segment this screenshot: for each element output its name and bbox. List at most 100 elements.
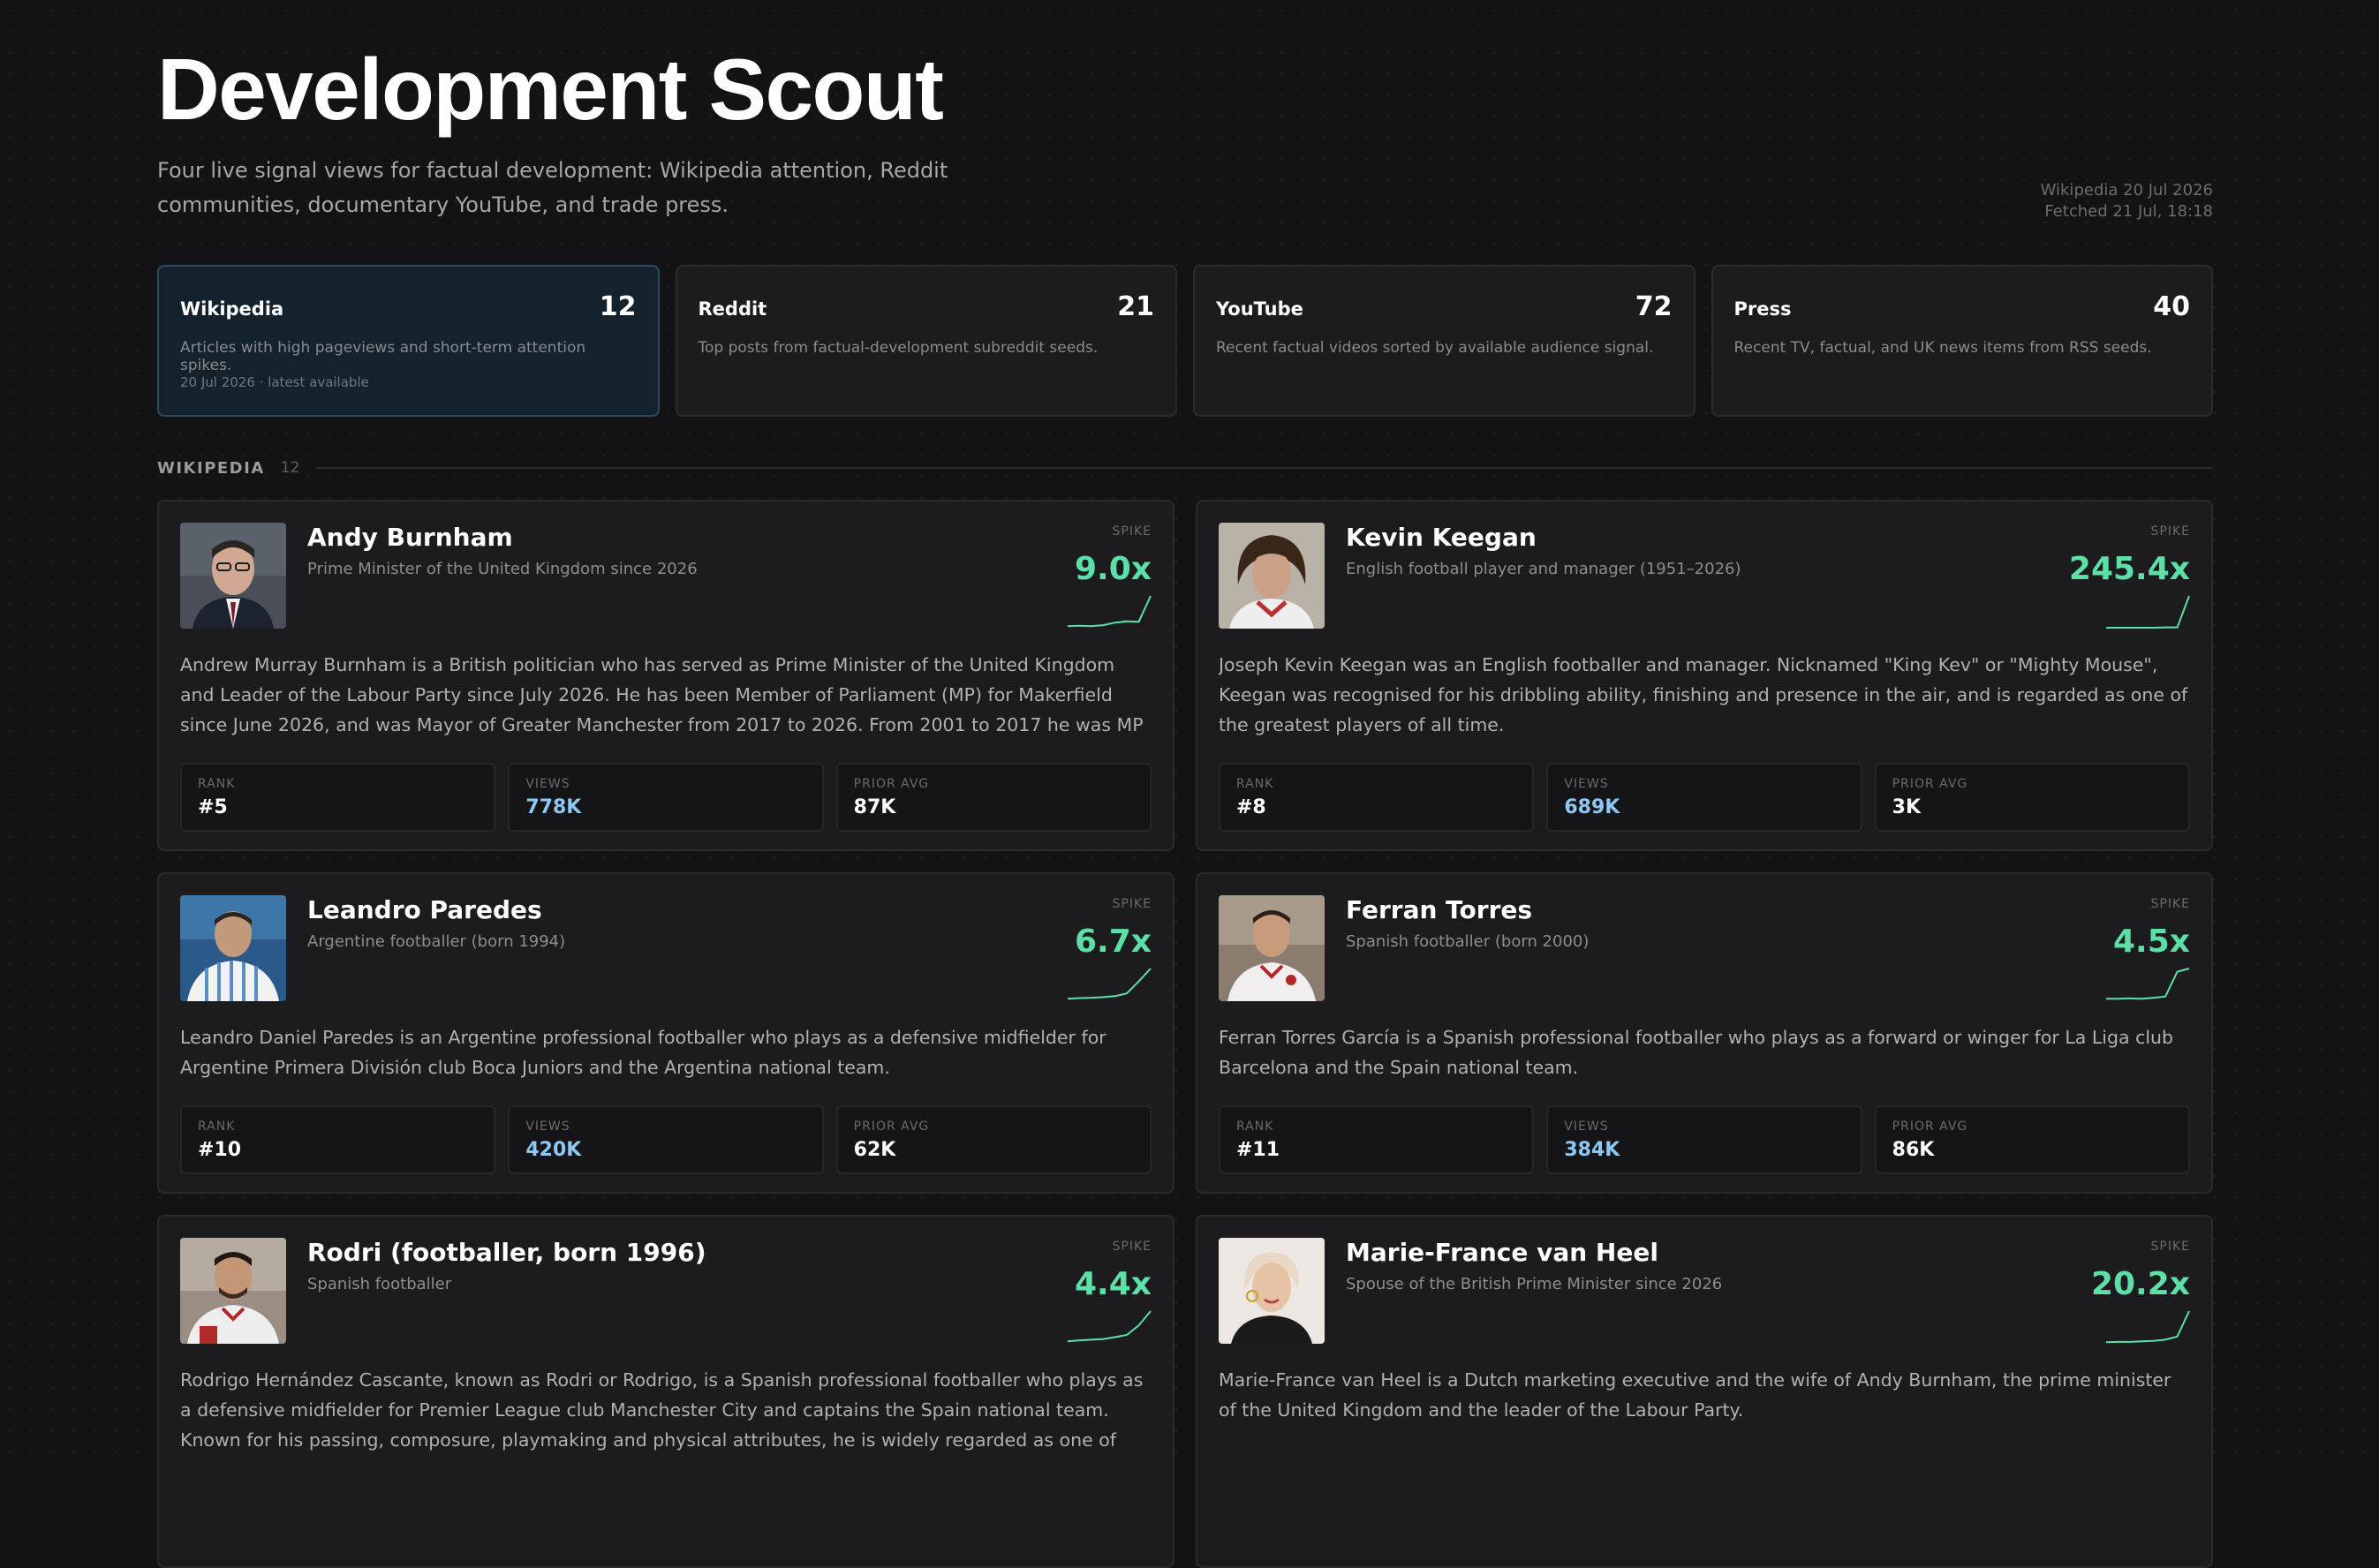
spike-value: 9.0x	[1075, 551, 1152, 587]
sparkline-trend	[2106, 595, 2190, 629]
sparkline	[2105, 1310, 2190, 1344]
sparkline	[2106, 595, 2190, 629]
stat-value: 86K	[1892, 1139, 1935, 1161]
source-description: Recent factual videos sorted by availabl…	[1216, 339, 1654, 357]
stat-label: PRIOR AVG	[853, 777, 930, 791]
article-card[interactable]: Ferran Torres Spanish footballer (born 2…	[1196, 872, 2213, 1194]
source-description: Recent TV, factual, and UK news items fr…	[1733, 339, 2152, 357]
sparkline	[1067, 968, 1152, 1000]
source-count: 40	[2153, 291, 2190, 322]
stat-label: VIEWS	[1564, 777, 1609, 791]
stat-label: VIEWS	[525, 777, 570, 791]
stat-label: RANK	[198, 1119, 236, 1134]
spike-label: SPIKE	[2150, 1240, 2190, 1254]
section-count: 12	[280, 459, 300, 477]
article-description: Spouse of the British Prime Minister sin…	[1346, 1275, 1723, 1293]
stat-value: #8	[1236, 796, 1266, 818]
views-stat: VIEWS 689K	[1546, 763, 1862, 832]
fetched-time: Fetched 21 Jul, 18:18	[2044, 202, 2213, 221]
section-label: WIKIPEDIA	[157, 458, 265, 478]
source-name: Reddit	[698, 298, 767, 320]
article-description: Argentine footballer (born 1994)	[307, 932, 566, 951]
stat-label: RANK	[1236, 777, 1274, 791]
article-thumbnail	[180, 523, 286, 629]
sparkline-trend	[1067, 1310, 1152, 1343]
article-description: Spanish footballer	[307, 1275, 452, 1293]
stat-label: RANK	[1236, 1119, 1274, 1134]
article-card[interactable]: Rodri (footballer, born 1996) Spanish fo…	[157, 1215, 1174, 1568]
source-description: Articles with high pageviews and short-t…	[180, 339, 586, 374]
source-card-youtube[interactable]: YouTube 72 Recent factual videos sorted …	[1193, 265, 1696, 417]
article-title: Leandro Paredes	[307, 895, 542, 924]
article-thumbnail	[180, 895, 286, 1001]
portrait-image	[1219, 1238, 1325, 1344]
source-tabs: Wikipedia 12 Articles with high pageview…	[157, 265, 2213, 417]
stat-label: RANK	[198, 777, 236, 791]
stat-value: 87K	[853, 796, 896, 818]
sparkline-trend	[2106, 968, 2190, 1000]
page-subtitle: Four live signal views for factual devel…	[157, 158, 948, 217]
section-header: WIKIPEDIA 12	[157, 457, 2213, 479]
stat-value: #11	[1236, 1139, 1280, 1161]
source-name: YouTube	[1216, 298, 1303, 320]
article-card[interactable]: Leandro Paredes Argentine footballer (bo…	[157, 872, 1174, 1194]
portrait-image	[180, 1238, 286, 1344]
page: Development Scout Four live signal views…	[157, 0, 2213, 1568]
article-summary: Marie-France van Heel is a Dutch marketi…	[1219, 1369, 2171, 1421]
article-title: Andy Burnham	[307, 523, 513, 552]
article-stats: RANK #5 VIEWS 778K PRIOR AVG 87K	[180, 763, 1152, 832]
spike-label: SPIKE	[1112, 897, 1152, 911]
source-card-reddit[interactable]: Reddit 21 Top posts from factual-develop…	[675, 265, 1177, 417]
section-divider	[315, 467, 2213, 469]
spike-value: 20.2x	[2090, 1266, 2190, 1302]
spike-value: 4.4x	[1075, 1266, 1152, 1302]
article-thumbnail	[1219, 523, 1325, 629]
article-description: Prime Minister of the United Kingdom sin…	[307, 560, 698, 578]
spike-label: SPIKE	[1112, 1240, 1152, 1254]
article-thumbnail	[1219, 895, 1325, 1001]
article-thumbnail	[1219, 1238, 1325, 1344]
article-stats: RANK #11 VIEWS 384K PRIOR AVG 86K	[1219, 1105, 2190, 1174]
spike-value: 245.4x	[2068, 551, 2190, 587]
article-card[interactable]: Marie-France van Heel Spouse of the Brit…	[1196, 1215, 2213, 1568]
source-count: 21	[1117, 291, 1154, 322]
source-date: 20 Jul 2026 · latest available	[180, 374, 369, 390]
wikipedia-date: Wikipedia 20 Jul 2026	[2040, 181, 2213, 200]
sparkline-trend	[1067, 595, 1152, 628]
source-description: Top posts from factual-development subre…	[698, 339, 1099, 357]
article-summary: Rodrigo Hernández Cascante, known as Rod…	[180, 1369, 1144, 1451]
stat-value: 62K	[853, 1139, 896, 1161]
views-stat: VIEWS 420K	[508, 1105, 824, 1174]
article-card[interactable]: Kevin Keegan English football player and…	[1196, 500, 2213, 851]
article-summary: Andrew Murray Burnham is a British polit…	[180, 654, 1144, 735]
stat-label: PRIOR AVG	[853, 1119, 930, 1134]
stat-label: PRIOR AVG	[1892, 1119, 1968, 1134]
article-title: Kevin Keegan	[1346, 523, 1537, 552]
article-title: Ferran Torres	[1346, 895, 1533, 924]
stat-value: #5	[198, 796, 228, 818]
rank-stat: RANK #5	[180, 763, 496, 832]
source-card-wikipedia[interactable]: Wikipedia 12 Articles with high pageview…	[157, 265, 660, 417]
article-card[interactable]: Andy Burnham Prime Minister of the Unite…	[157, 500, 1174, 851]
prior-avg-stat: PRIOR AVG 87K	[835, 763, 1152, 832]
portrait-image	[180, 895, 286, 1001]
sparkline	[1067, 595, 1152, 628]
stat-value: 3K	[1892, 796, 1922, 818]
stat-label: PRIOR AVG	[1892, 777, 1968, 791]
rank-stat: RANK #11	[1219, 1105, 1535, 1174]
fetch-meta: Wikipedia 20 Jul 2026 Fetched 21 Jul, 18…	[2041, 180, 2213, 222]
sparkline-trend	[2105, 1310, 2190, 1344]
stat-value: 384K	[1564, 1139, 1620, 1161]
stat-value: #10	[198, 1139, 242, 1161]
article-summary: Joseph Kevin Keegan was an English footb…	[1219, 654, 2188, 735]
spike-label: SPIKE	[2150, 897, 2190, 911]
spike-value: 6.7x	[1075, 923, 1152, 960]
source-name: Press	[1733, 298, 1792, 320]
page-title: Development Scout	[157, 41, 944, 138]
article-stats: RANK #10 VIEWS 420K PRIOR AVG 62K	[180, 1105, 1152, 1174]
source-count: 12	[599, 291, 637, 322]
article-summary: Leandro Daniel Paredes is an Argentine p…	[180, 1027, 1106, 1078]
source-card-press[interactable]: Press 40 Recent TV, factual, and UK news…	[1711, 265, 2213, 417]
sparkline	[2106, 968, 2190, 1000]
spike-value: 4.5x	[2113, 923, 2190, 960]
